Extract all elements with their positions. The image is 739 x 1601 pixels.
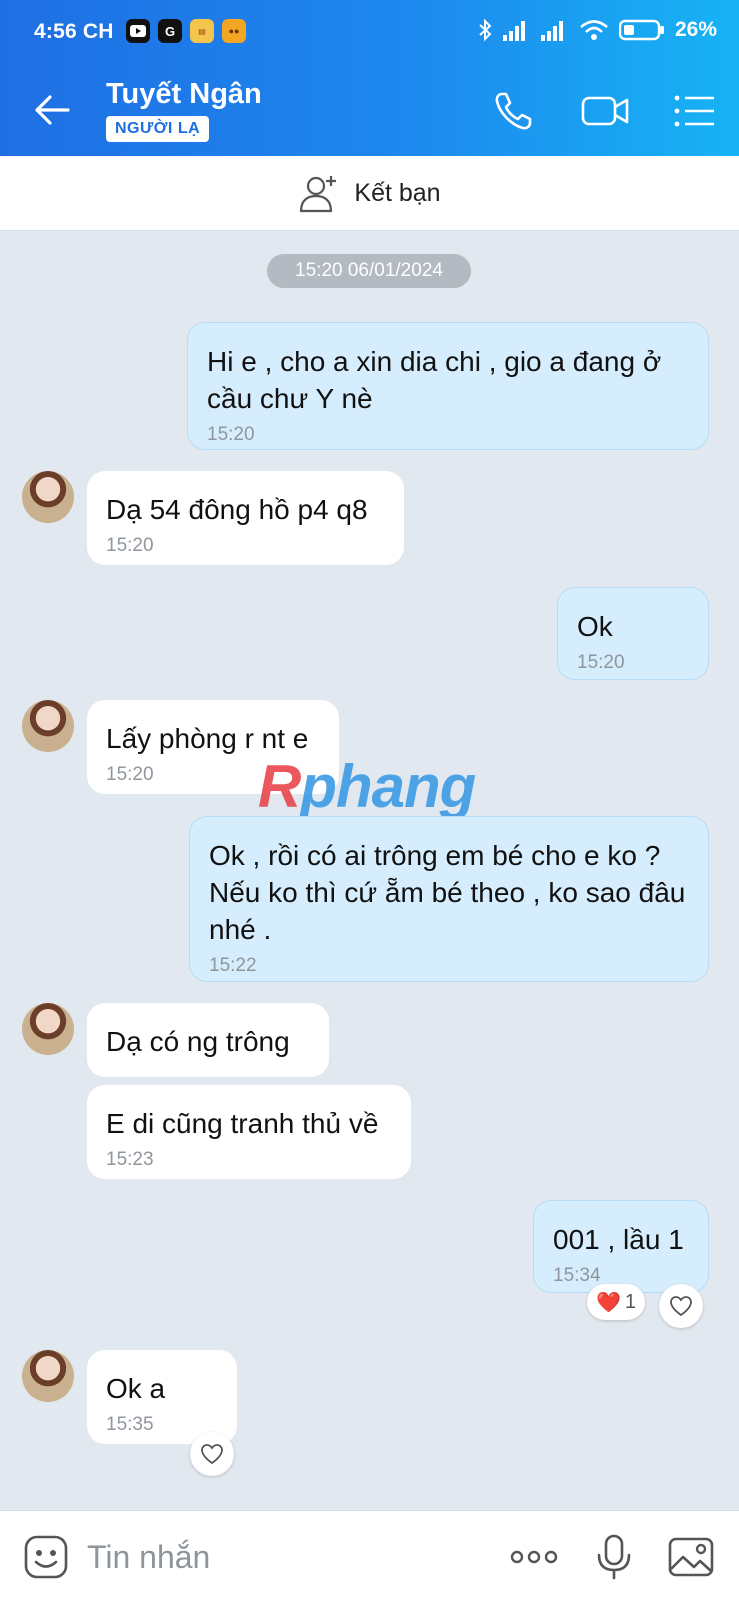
message-bubble-incoming[interactable]: Ok a 15:35: [87, 1350, 237, 1444]
message-time: 15:23: [106, 1149, 154, 1170]
contact-name[interactable]: Tuyết Ngân: [106, 78, 262, 111]
message-time: 15:20: [106, 535, 154, 556]
add-friend-icon: [300, 176, 337, 213]
battery-icon: [618, 19, 664, 41]
avatar[interactable]: [22, 1003, 74, 1055]
message-time: 15:35: [106, 1414, 154, 1435]
stranger-badge: NGƯỜI LẠ: [106, 116, 210, 142]
like-reaction-button[interactable]: [659, 1284, 703, 1328]
wifi-icon: [580, 20, 608, 40]
message-bubble-incoming[interactable]: E di cũng tranh thủ về 15:23: [87, 1085, 411, 1179]
message-text: Ok , rồi có ai trông em bé cho e ko ? Nế…: [209, 840, 686, 945]
message-bubble-incoming[interactable]: Dạ 54 đông hồ p4 q8 15:20: [87, 471, 404, 565]
message-text: Hi e , cho a xin dia chi , gio a đang ở …: [207, 346, 662, 414]
phone-icon[interactable]: [491, 88, 537, 134]
signal-icon-2: [540, 21, 563, 41]
microphone-icon[interactable]: [590, 1533, 638, 1581]
battery-percent: 26%: [674, 18, 717, 41]
avatar[interactable]: [22, 700, 74, 752]
chat-header: Tuyết Ngân NGƯỜI LẠ: [0, 66, 739, 156]
message-time: 15:20: [207, 424, 255, 445]
heart-reaction-icon: ❤️: [595, 1291, 621, 1314]
watermark-logo: Rphang: [258, 753, 476, 820]
message-bubble-outgoing[interactable]: Ok 15:20: [557, 587, 709, 680]
message-input[interactable]: Tin nhắn: [87, 1539, 210, 1576]
heart-outline-icon: [201, 1444, 223, 1465]
add-friend-label: Kết bạn: [354, 178, 441, 207]
message-text: Ok: [577, 611, 613, 642]
menu-list-icon[interactable]: [672, 88, 718, 134]
message-text: Dạ 54 đông hồ p4 q8: [106, 494, 368, 525]
message-text: 001 , lầu 1: [553, 1224, 684, 1255]
reaction-summary[interactable]: ❤️ 1: [587, 1284, 645, 1320]
g-app-icon: G: [158, 19, 182, 43]
message-bubble-outgoing[interactable]: 001 , lầu 1 15:34: [533, 1200, 709, 1293]
more-options-icon[interactable]: [508, 1533, 560, 1581]
status-bar: 4:56 CH G ▤ ●● 26%: [0, 0, 739, 66]
add-friend-button[interactable]: Kết bạn: [0, 156, 739, 231]
status-right: 26%: [477, 18, 717, 42]
notification-icons: G ▤ ●●: [126, 19, 246, 43]
bluetooth-icon: [479, 18, 492, 42]
message-composer: Tin nhắn: [0, 1510, 739, 1601]
reaction-count: 1: [624, 1290, 637, 1313]
media-app-icon: [126, 19, 150, 43]
avatar[interactable]: [22, 1350, 74, 1402]
message-text: Lấy phòng r nt e: [106, 723, 309, 754]
signal-icon: [502, 21, 525, 41]
avatar[interactable]: [22, 471, 74, 523]
status-time: 4:56 CH: [34, 20, 114, 43]
message-bubble-outgoing[interactable]: Hi e , cho a xin dia chi , gio a đang ở …: [187, 322, 709, 450]
message-bubble-outgoing[interactable]: Ok , rồi có ai trông em bé cho e ko ? Nế…: [189, 816, 709, 982]
heart-outline-icon: [670, 1296, 692, 1317]
date-separator: 15:20 06/01/2024: [267, 254, 471, 288]
back-arrow-icon[interactable]: [30, 88, 74, 132]
like-reaction-button[interactable]: [190, 1432, 234, 1476]
message-time: 15:22: [209, 955, 257, 976]
message-text: E di cũng tranh thủ về: [106, 1108, 379, 1139]
message-bubble-incoming[interactable]: Dạ có ng trông: [87, 1003, 329, 1077]
note-app-icon: ▤: [190, 19, 214, 43]
video-call-icon[interactable]: [580, 88, 632, 134]
image-gallery-icon[interactable]: [667, 1533, 715, 1581]
message-time: 15:20: [577, 652, 625, 673]
message-text: Dạ có ng trông: [106, 1026, 290, 1057]
message-text: Ok a: [106, 1373, 166, 1404]
ggy-app-icon: ●●: [222, 19, 246, 43]
sticker-icon[interactable]: [22, 1533, 70, 1581]
